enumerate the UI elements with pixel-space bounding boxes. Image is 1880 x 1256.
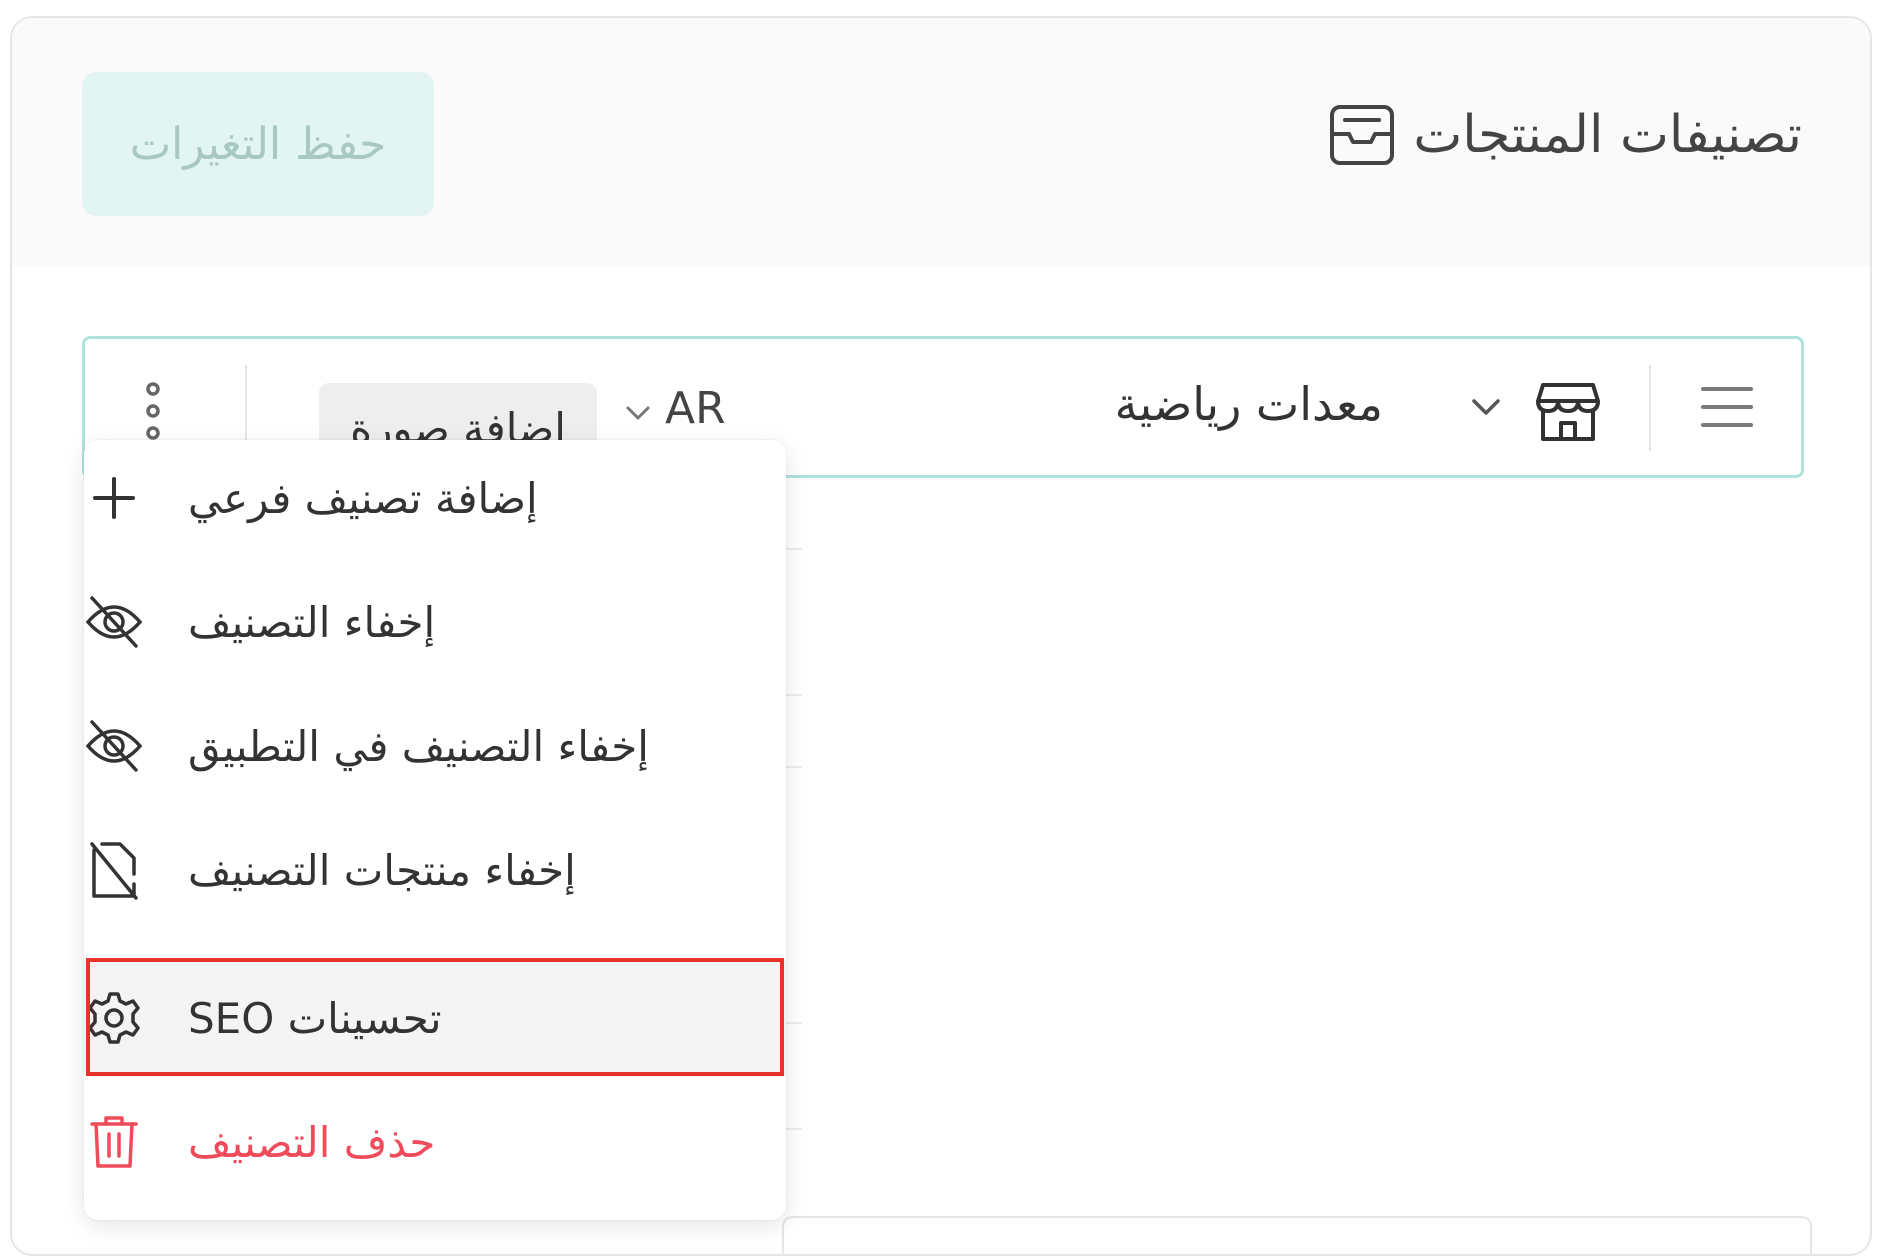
- menu-item-delete-category[interactable]: حذف التصنيف: [84, 1084, 786, 1200]
- save-changes-button[interactable]: حفظ التغيرات: [82, 72, 434, 216]
- file-off-icon: [84, 840, 144, 900]
- menu-item-seo-settings[interactable]: تحسينات SEO: [84, 960, 786, 1076]
- menu-item-label: إضافة تصنيف فرعي: [188, 473, 538, 523]
- next-category-card: [782, 1216, 1812, 1254]
- hamburger-menu-icon[interactable]: [1699, 383, 1755, 435]
- eye-off-icon: [84, 592, 144, 652]
- eye-off-icon: [84, 716, 144, 776]
- plus-icon: [84, 468, 144, 528]
- menu-item-label: إخفاء منتجات التصنيف: [188, 845, 576, 895]
- category-name[interactable]: معدات رياضية: [1115, 377, 1383, 431]
- page-header: تصنيفات المنتجات حفظ التغيرات: [12, 18, 1870, 266]
- menu-item-add-subcategory[interactable]: إضافة تصنيف فرعي: [84, 440, 786, 556]
- category-actions-menu: إضافة تصنيف فرعي إخفاء التصنيف إخفاء الت…: [84, 440, 786, 1220]
- menu-item-label: تحسينات SEO: [188, 993, 442, 1043]
- page-title: تصنيفات المنتجات: [1413, 105, 1802, 165]
- page-title-group: تصنيفات المنتجات: [1329, 104, 1802, 166]
- vertical-dots-icon[interactable]: [145, 381, 161, 445]
- language-selector[interactable]: AR: [665, 383, 726, 434]
- store-icon[interactable]: [1535, 381, 1601, 447]
- menu-item-label: إخفاء التصنيف في التطبيق: [188, 721, 649, 771]
- row-divider: [1649, 365, 1651, 451]
- trash-icon: [84, 1112, 144, 1172]
- menu-item-hide-category-in-app[interactable]: إخفاء التصنيف في التطبيق: [84, 688, 786, 804]
- language-chevron-down-icon[interactable]: [625, 405, 651, 425]
- menu-item-label: حذف التصنيف: [188, 1117, 436, 1167]
- row-divider: [245, 365, 247, 451]
- menu-item-label: إخفاء التصنيف: [188, 597, 436, 647]
- inbox-tray-icon: [1329, 104, 1395, 166]
- menu-item-hide-category[interactable]: إخفاء التصنيف: [84, 564, 786, 680]
- category-chevron-down-icon[interactable]: [1471, 397, 1501, 421]
- gear-icon: [84, 988, 144, 1048]
- menu-item-hide-category-products[interactable]: إخفاء منتجات التصنيف: [84, 812, 786, 928]
